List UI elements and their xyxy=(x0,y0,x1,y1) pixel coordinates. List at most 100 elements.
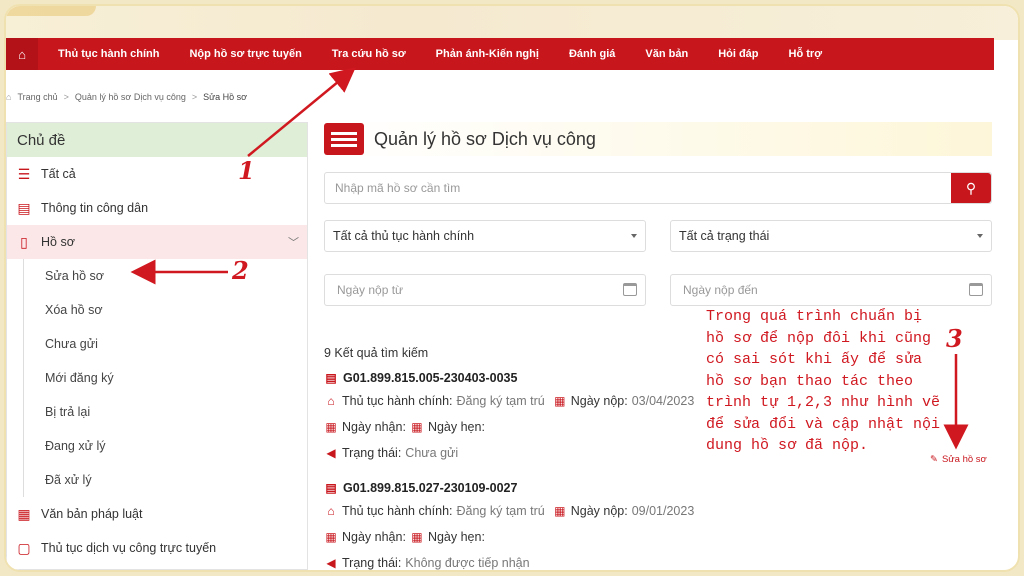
annotation-note: Trong quá trình chuẩn bị hồ sơ để nộp đô… xyxy=(706,308,950,454)
calendar-icon: ▦ xyxy=(325,420,337,434)
caret-down-icon xyxy=(977,234,983,238)
calendar-icon[interactable] xyxy=(969,283,983,296)
appointment-date-label: Ngày hẹn: xyxy=(427,530,485,544)
building-icon: ⌂ xyxy=(327,504,335,518)
building-icon: ⌂ xyxy=(327,394,335,408)
received-date-label: Ngày nhận: xyxy=(342,420,406,434)
nav-item-submit-online[interactable]: Nộp hồ sơ trực tuyến xyxy=(174,48,316,60)
nav-item-support[interactable]: Hỗ trợ xyxy=(774,48,837,60)
document-icon: ▤ xyxy=(325,481,337,495)
step-1-label: 1 xyxy=(238,156,255,185)
edit-dossier-label: Sửa hồ sơ xyxy=(941,454,987,465)
breadcrumb: ⌂ Trang chủ > Quản lý hồ sơ Dịch vụ công… xyxy=(6,92,247,102)
procedure-filter-value: Tất cả thủ tục hành chính xyxy=(333,229,475,243)
chevron-right-icon: > xyxy=(191,92,198,102)
sidebar-item-all[interactable]: ☰ Tất cả xyxy=(7,157,307,191)
breadcrumb-home[interactable]: Trang chủ xyxy=(17,92,57,102)
nav-item-procedures[interactable]: Thủ tục hành chính xyxy=(38,48,174,60)
record-code-text[interactable]: G01.899.815.027-230109-0027 xyxy=(343,481,517,495)
megaphone-icon: ◀ xyxy=(326,556,336,570)
list-item: ▤ G01.899.815.005-230403-0035 ⌂ Thủ tục … xyxy=(324,368,724,466)
status-value: Không được tiếp nhận xyxy=(405,556,530,570)
bookmark-icon: ▯ xyxy=(20,233,28,250)
record-line: ▦ Ngày nhận: ▦ Ngày hẹn: xyxy=(324,524,724,550)
sidebar-title: Chủ đề xyxy=(7,123,307,157)
sidebar-subitem-processed[interactable]: Đã xử lý xyxy=(7,463,307,497)
home-icon[interactable]: ⌂ xyxy=(6,38,38,70)
sidebar-item-label: Văn bản pháp luật xyxy=(41,507,143,521)
step-3-label: 3 xyxy=(946,324,963,353)
document-icon: ▦ xyxy=(17,505,31,522)
sidebar-item-online-services[interactable]: ▢ Thủ tục dịch vụ công trực tuyến xyxy=(7,531,307,565)
submit-date-value: 03/04/2023 xyxy=(631,394,695,408)
sidebar-subitem-not-sent[interactable]: Chưa gửi xyxy=(7,327,307,361)
calendar-icon: ▦ xyxy=(554,394,566,408)
sidebar-item-label: Thông tin công dân xyxy=(41,201,149,215)
home-small-icon: ⌂ xyxy=(6,92,12,102)
calendar-icon[interactable] xyxy=(623,283,637,296)
step-2-label: 2 xyxy=(232,256,249,285)
sidebar-subitem-new[interactable]: Mới đăng ký xyxy=(7,361,307,395)
date-from-field[interactable]: Ngày nộp từ xyxy=(324,274,646,306)
form-icon: ▢ xyxy=(17,539,31,556)
submit-date-value: 09/01/2023 xyxy=(631,504,695,518)
id-card-icon: ▤ xyxy=(17,199,31,216)
record-line: ⌂ Thủ tục hành chính: Đăng ký tạm trú ▦ … xyxy=(324,498,724,524)
nav-item-lookup[interactable]: Tra cứu hồ sơ xyxy=(317,48,421,60)
sidebar-item-dossier[interactable]: ▯ Hồ sơ ﹀ xyxy=(7,225,307,259)
search-input[interactable] xyxy=(325,173,951,203)
document-icon: ▤ xyxy=(325,371,337,385)
sidebar-item-legal-docs[interactable]: ▦ Văn bản pháp luật xyxy=(7,497,307,531)
calendar-icon: ▦ xyxy=(411,420,423,434)
search-button[interactable]: ⚲ xyxy=(951,173,991,203)
sidebar-subitem-processing[interactable]: Đang xử lý xyxy=(7,429,307,463)
search-bar: ⚲ xyxy=(324,172,992,204)
record-line: ⌂ Thủ tục hành chính: Đăng ký tạm trú ▦ … xyxy=(324,388,724,414)
sidebar-item-citizen-info[interactable]: ▤ Thông tin công dân xyxy=(7,191,307,225)
status-label: Trạng thái: xyxy=(342,446,402,460)
main-nav: ⌂ Thủ tục hành chính Nộp hồ sơ trực tuyế… xyxy=(6,38,994,70)
calendar-icon: ▦ xyxy=(411,530,423,544)
sidebar: Chủ đề ☰ Tất cả ▤ Thông tin công dân ▯ H… xyxy=(6,122,308,570)
status-filter-value: Tất cả trạng thái xyxy=(679,229,770,243)
list-icon: ☰ xyxy=(17,165,31,182)
submit-date-label: Ngày nộp: xyxy=(570,394,628,408)
sidebar-item-label: Thủ tục dịch vụ công trực tuyến xyxy=(41,541,217,555)
status-filter-select[interactable]: Tất cả trạng thái xyxy=(670,220,992,252)
nav-item-faq[interactable]: Hỏi đáp xyxy=(703,48,773,60)
record-code[interactable]: ▤ G01.899.815.005-230403-0035 xyxy=(324,368,724,388)
chevron-down-icon[interactable]: ﹀ xyxy=(288,234,299,250)
date-to-field[interactable]: Ngày nộp đến xyxy=(670,274,992,306)
caret-down-icon xyxy=(631,234,637,238)
sidebar-item-label: Tất cả xyxy=(41,167,76,181)
breadcrumb-manage[interactable]: Quản lý hồ sơ Dịch vụ công xyxy=(75,92,186,102)
nav-item-feedback[interactable]: Phản ánh-Kiến nghị xyxy=(421,48,554,60)
breadcrumb-current: Sửa Hồ sơ xyxy=(203,92,248,102)
record-code[interactable]: ▤ G01.899.815.027-230109-0027 xyxy=(324,478,724,498)
received-date-label: Ngày nhận: xyxy=(342,530,406,544)
nav-item-rating[interactable]: Đánh giá xyxy=(554,48,630,60)
submit-date-label: Ngày nộp: xyxy=(570,504,628,518)
sidebar-subitem-edit[interactable]: Sửa hồ sơ xyxy=(7,259,307,293)
list-icon xyxy=(324,123,364,155)
record-line: ◀ Trạng thái: Chưa gửi xyxy=(324,440,724,466)
sidebar-subitem-delete[interactable]: Xóa hồ sơ xyxy=(7,293,307,327)
procedure-filter-select[interactable]: Tất cả thủ tục hành chính xyxy=(324,220,646,252)
record-line: ◀ Trạng thái: Không được tiếp nhận xyxy=(324,550,724,570)
page-title: Quản lý hồ sơ Dịch vụ công xyxy=(374,128,596,149)
chevron-right-icon: > xyxy=(63,92,69,102)
calendar-icon: ▦ xyxy=(325,530,337,544)
procedure-label: Thủ tục hành chính: xyxy=(342,394,453,408)
page-frame: ⌂ Thủ tục hành chính Nộp hồ sơ trực tuyế… xyxy=(4,4,1020,572)
status-label: Trạng thái: xyxy=(342,556,402,570)
procedure-value: Đăng ký tạm trú xyxy=(456,394,545,408)
page-title-bar: Quản lý hồ sơ Dịch vụ công xyxy=(324,122,992,156)
sidebar-item-label: Hồ sơ xyxy=(41,235,75,249)
record-code-text[interactable]: G01.899.815.005-230403-0035 xyxy=(343,371,517,385)
search-icon: ⚲ xyxy=(965,179,977,196)
sidebar-subitem-returned[interactable]: Bị trả lại xyxy=(7,395,307,429)
date-to-placeholder: Ngày nộp đến xyxy=(683,283,758,297)
megaphone-icon: ◀ xyxy=(326,446,336,460)
appointment-date-label: Ngày hẹn: xyxy=(427,420,485,434)
nav-item-documents[interactable]: Văn bản xyxy=(630,48,703,60)
